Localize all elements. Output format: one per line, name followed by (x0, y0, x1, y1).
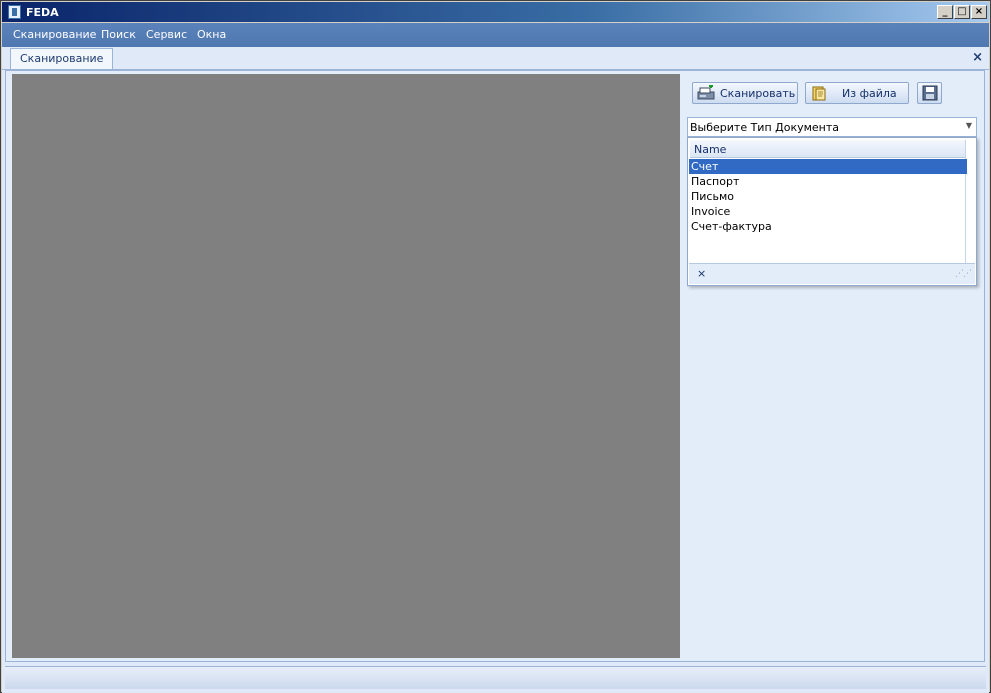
maximize-button[interactable]: □ (954, 5, 970, 19)
status-bar (5, 666, 986, 689)
scan-button[interactable]: Сканировать (692, 82, 798, 104)
client-area: Сканирование × Сканировать Из файла Выбе… (2, 47, 989, 693)
document-type-value: Выберите Тип Документа (690, 121, 840, 134)
chevron-down-icon[interactable]: ▼ (966, 121, 972, 130)
tab-close-icon[interactable]: × (972, 50, 983, 65)
folder-file-icon (812, 86, 826, 101)
tab-strip: Сканирование × (2, 47, 989, 70)
save-button[interactable] (917, 82, 942, 104)
tab-scanning[interactable]: Сканирование (10, 48, 114, 69)
menu-windows[interactable]: Окна (197, 28, 226, 41)
column-header-label: Name (694, 143, 727, 156)
minimize-button[interactable]: _ (937, 5, 953, 19)
save-icon (922, 85, 938, 101)
from-file-button[interactable]: Из файла (805, 82, 909, 104)
option-row[interactable]: Счет (689, 159, 967, 174)
option-row[interactable]: Письмо (689, 189, 967, 204)
title-bar[interactable]: FEDA _ □ × (2, 2, 989, 22)
column-header-name[interactable]: Name (690, 140, 966, 158)
menu-service[interactable]: Сервис (146, 28, 187, 41)
from-file-button-label: Из файла (842, 87, 897, 100)
option-row[interactable]: Invoice (689, 204, 967, 219)
dropdown-footer: × ⋰⋰ (689, 263, 975, 284)
menu-bar: Сканирование Поиск Сервис Окна (2, 23, 989, 47)
app-icon (8, 5, 21, 19)
option-row[interactable]: Паспорт (689, 174, 967, 189)
scan-button-label: Сканировать (720, 87, 796, 100)
close-button[interactable]: × (971, 5, 987, 19)
app-window: FEDA _ □ × Сканирование Поиск Сервис Окн… (0, 0, 991, 693)
menu-search[interactable]: Поиск (101, 28, 136, 41)
menu-scanning[interactable]: Сканирование (13, 28, 96, 41)
resize-grip-icon[interactable]: ⋰⋰ (955, 269, 972, 279)
window-title: FEDA (26, 6, 59, 19)
scanner-icon (697, 85, 715, 100)
scan-preview-area (12, 74, 680, 658)
document-type-combo[interactable]: Выберите Тип Документа ▼ (687, 117, 977, 137)
document-type-dropdown: Name Счет Паспорт Письмо Invoice Счет-фа… (687, 137, 977, 286)
option-row[interactable]: Счет-фактура (689, 219, 967, 234)
scanning-page: Сканировать Из файла Выберите Тип Докуме… (5, 70, 985, 662)
clear-selection-icon[interactable]: × (697, 267, 706, 280)
